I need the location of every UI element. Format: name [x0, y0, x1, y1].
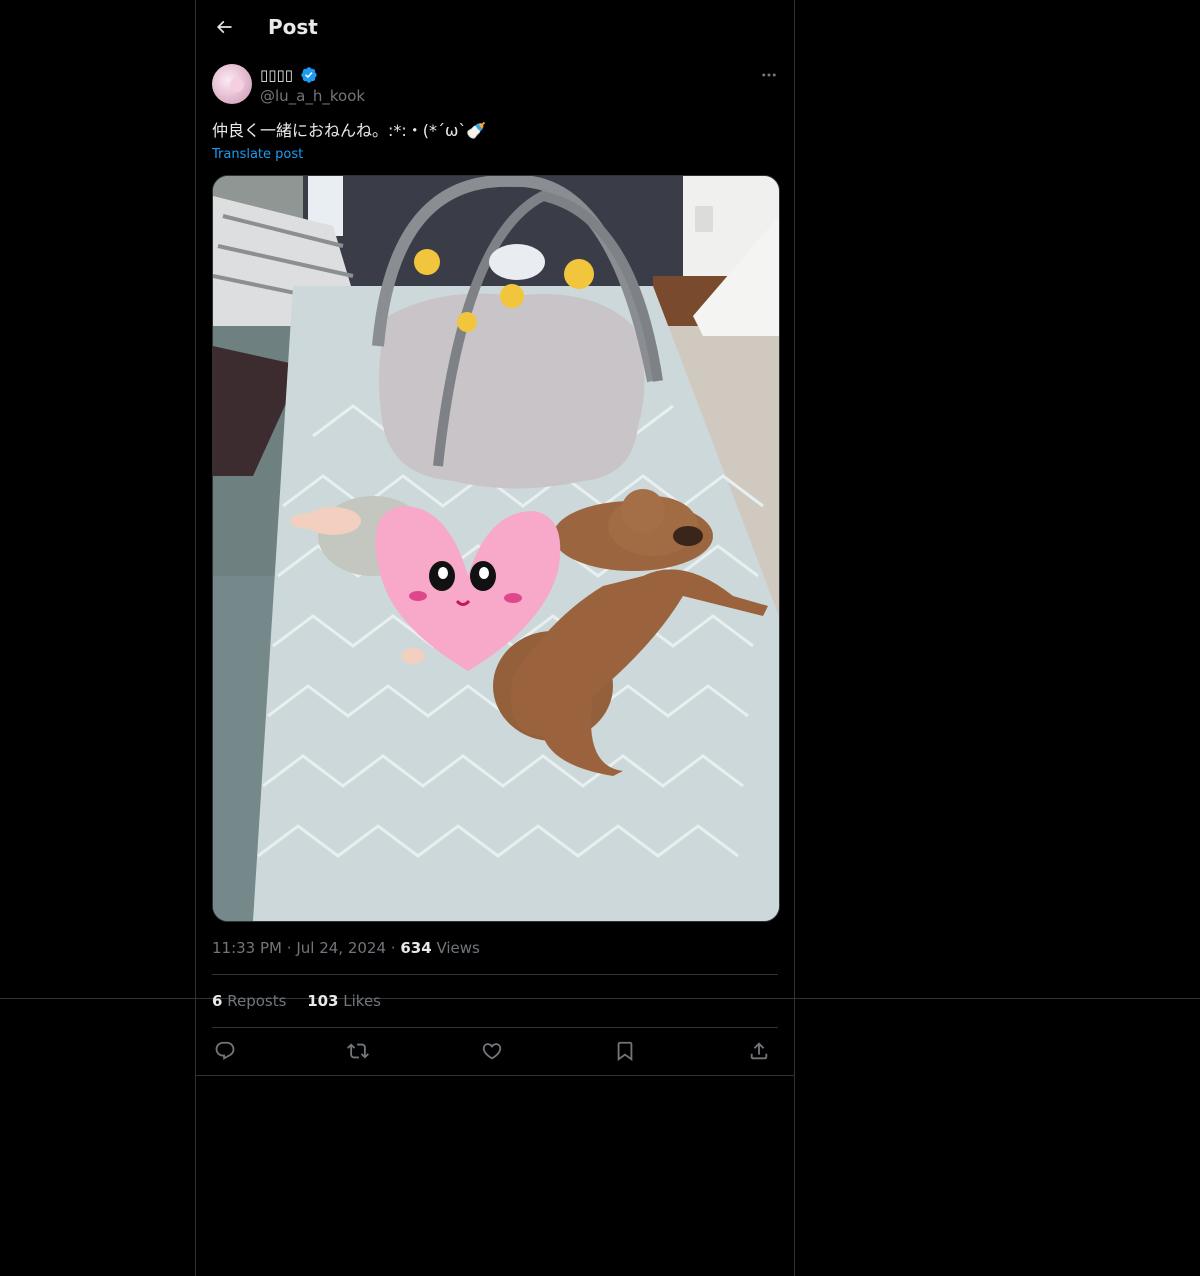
action-bar [212, 1036, 778, 1066]
translate-post-link[interactable]: Translate post [212, 146, 303, 164]
post-stats: 6 Reposts 103 Likes [212, 991, 397, 1011]
avatar-image [230, 78, 244, 92]
heart-icon [482, 1043, 502, 1060]
divider [212, 974, 778, 975]
author-display-name[interactable]: ▯▯▯▯ [260, 65, 293, 85]
reply-icon [215, 1041, 235, 1060]
back-button[interactable] [210, 13, 238, 41]
reposts-count: 6 [212, 992, 223, 1010]
bookmark-button[interactable] [612, 1038, 638, 1064]
more-options-button[interactable] [758, 66, 780, 84]
likes-count: 103 [307, 992, 339, 1010]
like-button[interactable] [479, 1038, 505, 1064]
repost-icon [347, 1043, 369, 1059]
post-photo[interactable] [212, 175, 780, 922]
views-count: 634 [400, 939, 432, 957]
share-icon [750, 1042, 768, 1060]
verified-badge-icon[interactable] [300, 66, 318, 84]
more-horizontal-icon [762, 73, 776, 77]
likes-label: Likes [343, 992, 382, 1010]
arrow-left-icon [216, 20, 232, 34]
author-handle[interactable]: @lu_a_h_kook [260, 86, 365, 106]
reposts-label: Reposts [227, 992, 287, 1010]
post-time[interactable]: 11:33 PM [212, 939, 282, 957]
post-text: 仲良く一緒におねんね。:*:・(*´ω`🍼 [212, 121, 487, 140]
post-metadata: 11:33 PM · Jul 24, 2024 · 634 Views [212, 938, 480, 958]
photo-illustration [213, 176, 779, 921]
divider [212, 1027, 778, 1028]
reply-button[interactable] [212, 1038, 238, 1064]
divider [196, 1075, 794, 1076]
reposts-stat[interactable]: 6 Reposts [212, 992, 291, 1010]
likes-stat[interactable]: 103 Likes [307, 992, 381, 1010]
views-label: Views [436, 939, 480, 957]
meta-separator: · [286, 939, 292, 957]
bookmark-icon [617, 1041, 633, 1062]
meta-separator: · [390, 939, 396, 957]
repost-button[interactable] [345, 1038, 371, 1064]
post-header: Post [196, 0, 794, 53]
avatar[interactable] [212, 64, 252, 104]
page-title: Post [268, 15, 318, 39]
post-column: Post ▯▯▯▯ @lu_a_h_kook 仲良く一緒におねんね。:*:・(*… [195, 0, 795, 1276]
post-date[interactable]: Jul 24, 2024 [296, 939, 386, 957]
share-button[interactable] [746, 1038, 772, 1064]
